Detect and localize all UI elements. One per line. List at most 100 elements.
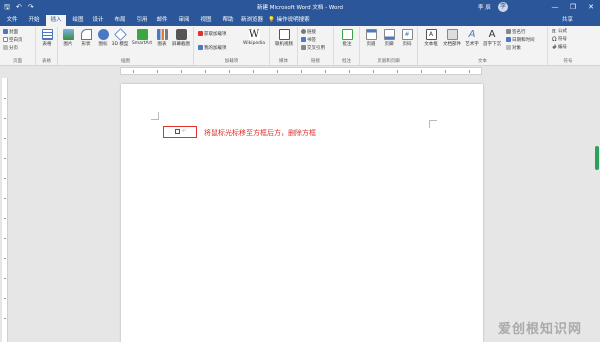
checkbox-field-highlight[interactable]: ↵ [163, 126, 197, 138]
close-button[interactable]: ✕ [584, 1, 598, 13]
ruler-tick [349, 70, 350, 73]
comment-button[interactable]: 批注 [338, 29, 356, 47]
ruler-tick [4, 238, 6, 239]
ruler-tick [4, 118, 6, 119]
camera-icon [175, 29, 187, 40]
group-label: 批注 [342, 59, 351, 64]
group-links: 链接 书签 交叉引用 链接 [298, 27, 334, 65]
tab-home[interactable]: 开始 [26, 15, 42, 26]
online-video-label: 联机视频 [275, 42, 293, 47]
shapes-label: 形状 [81, 42, 91, 47]
scrollbar-thumb[interactable] [595, 146, 599, 170]
cross-reference-button[interactable]: 交叉引用 [301, 45, 325, 51]
wordart-icon: A [468, 29, 476, 40]
quick-parts-button[interactable]: 文档部件 [442, 29, 462, 47]
page-break-label: 分页 [9, 46, 18, 51]
number-button[interactable]: #编号 [552, 45, 567, 51]
ribbon: 封面 空白页 分页 页面 表格 表格 图片 形状 图标 3D 模型 SmartA… [0, 26, 600, 66]
chart-button[interactable]: 图表 [155, 29, 169, 47]
date-time-label: 日期和时间 [512, 38, 535, 43]
document-page[interactable] [121, 84, 483, 342]
textbox-icon: A [425, 29, 437, 40]
ruler-tick [4, 298, 6, 299]
tell-me-label: 操作说明搜索 [276, 17, 310, 23]
restore-button[interactable]: ❐ [566, 1, 580, 13]
user-name[interactable]: 李 辰 [478, 3, 491, 11]
tab-view[interactable]: 视图 [198, 15, 214, 26]
3d-models-label: 3D 模型 [111, 42, 129, 47]
vertical-scrollbar[interactable] [594, 78, 600, 342]
signature-line-label: 签名行 [512, 30, 526, 35]
quick-parts-icon [446, 29, 458, 40]
group-label: 插图 [121, 59, 130, 64]
textbox-button[interactable]: A 文本框 [422, 29, 440, 47]
screenshot-label: 屏幕截图 [172, 42, 190, 47]
my-addins-button[interactable]: 我的加载项 [198, 45, 227, 51]
group-symbols: π 公式 Ω符号 #编号 符号 [548, 27, 588, 65]
page-break-button[interactable]: 分页 [3, 45, 18, 51]
horizontal-ruler[interactable] [120, 67, 482, 75]
tab-new-browser[interactable]: 新浏览器 [240, 15, 264, 26]
object-button[interactable]: 对象 [506, 45, 521, 51]
ruler-tick [4, 178, 6, 179]
ruler-tick [253, 70, 254, 73]
3d-models-button[interactable]: 3D 模型 [111, 28, 129, 47]
cover-page-button[interactable]: 封面 [3, 29, 18, 35]
date-time-button[interactable]: 日期和时间 [506, 37, 535, 43]
group-label: 符号 [563, 59, 573, 64]
vertical-ruler[interactable] [2, 78, 8, 342]
footer-button[interactable]: 页脚 [381, 29, 397, 47]
blank-page-button[interactable]: 空白页 [3, 37, 23, 43]
online-video-button[interactable]: 联机视频 [273, 29, 295, 47]
tab-file[interactable]: 文件 [4, 15, 20, 26]
table-button[interactable]: 表格 [39, 29, 55, 47]
tab-review[interactable]: 审阅 [176, 15, 192, 26]
checkbox-icon[interactable] [175, 129, 180, 134]
tab-help[interactable]: 帮助 [220, 15, 236, 26]
icons-button[interactable]: 图标 [96, 29, 110, 47]
equation-label: 公式 [558, 29, 567, 34]
symbol-button[interactable]: Ω符号 [552, 37, 567, 43]
chart-icon [156, 29, 168, 40]
avatar[interactable]: 李 [498, 2, 508, 12]
minimize-button[interactable]: — [548, 1, 562, 13]
cross-reference-icon [301, 45, 306, 50]
my-addins-icon [198, 45, 203, 50]
link-button[interactable]: 链接 [301, 29, 316, 35]
cross-reference-label: 交叉引用 [307, 46, 325, 51]
tab-insert[interactable]: 插入 [46, 15, 66, 26]
drop-cap-icon: A [488, 29, 496, 40]
wordart-button[interactable]: A 艺术字 [463, 29, 481, 47]
tab-references[interactable]: 引用 [134, 15, 150, 26]
header-button[interactable]: 页眉 [363, 29, 379, 47]
shapes-button[interactable]: 形状 [78, 29, 94, 47]
tab-design[interactable]: 设计 [90, 15, 106, 26]
get-addins-button[interactable]: 获取加载项 [198, 31, 227, 37]
bookmark-button[interactable]: 书签 [301, 37, 316, 43]
tab-layout[interactable]: 布局 [112, 15, 128, 26]
signature-line-button[interactable]: 签名行 [506, 29, 526, 35]
tell-me-search[interactable]: 💡 操作说明搜索 [268, 15, 310, 26]
ruler-tick [181, 70, 182, 73]
tab-mailings[interactable]: 邮件 [154, 15, 170, 26]
group-label: 文本 [478, 59, 487, 64]
instruction-annotation: 将鼠标光标移至方框后方，删除方框 [204, 129, 316, 137]
equation-button[interactable]: π 公式 [552, 29, 567, 35]
smartart-button[interactable]: SmartArt [130, 29, 154, 46]
wikipedia-button[interactable]: W Wikipedia [240, 29, 268, 46]
drop-cap-button[interactable]: A 首字下沉 [482, 29, 502, 47]
ruler-tick [301, 70, 302, 73]
picture-button[interactable]: 图片 [60, 29, 76, 47]
ruler-tick [4, 218, 6, 219]
screenshot-button[interactable]: 屏幕截图 [170, 29, 192, 47]
shapes-icon [80, 29, 92, 40]
page-number-button[interactable]: # 页码 [399, 29, 415, 47]
tab-draw[interactable]: 绘图 [70, 15, 86, 26]
share-button[interactable]: 共享 [562, 15, 573, 26]
bookmark-label: 书签 [307, 38, 316, 43]
icons-label: 图标 [98, 42, 108, 47]
paragraph-mark: ↵ [182, 128, 187, 134]
group-addins: 获取加载项 我的加载项 W Wikipedia 加载项 [194, 27, 270, 65]
ruler-tick [4, 198, 6, 199]
number-label: 编号 [558, 45, 567, 50]
